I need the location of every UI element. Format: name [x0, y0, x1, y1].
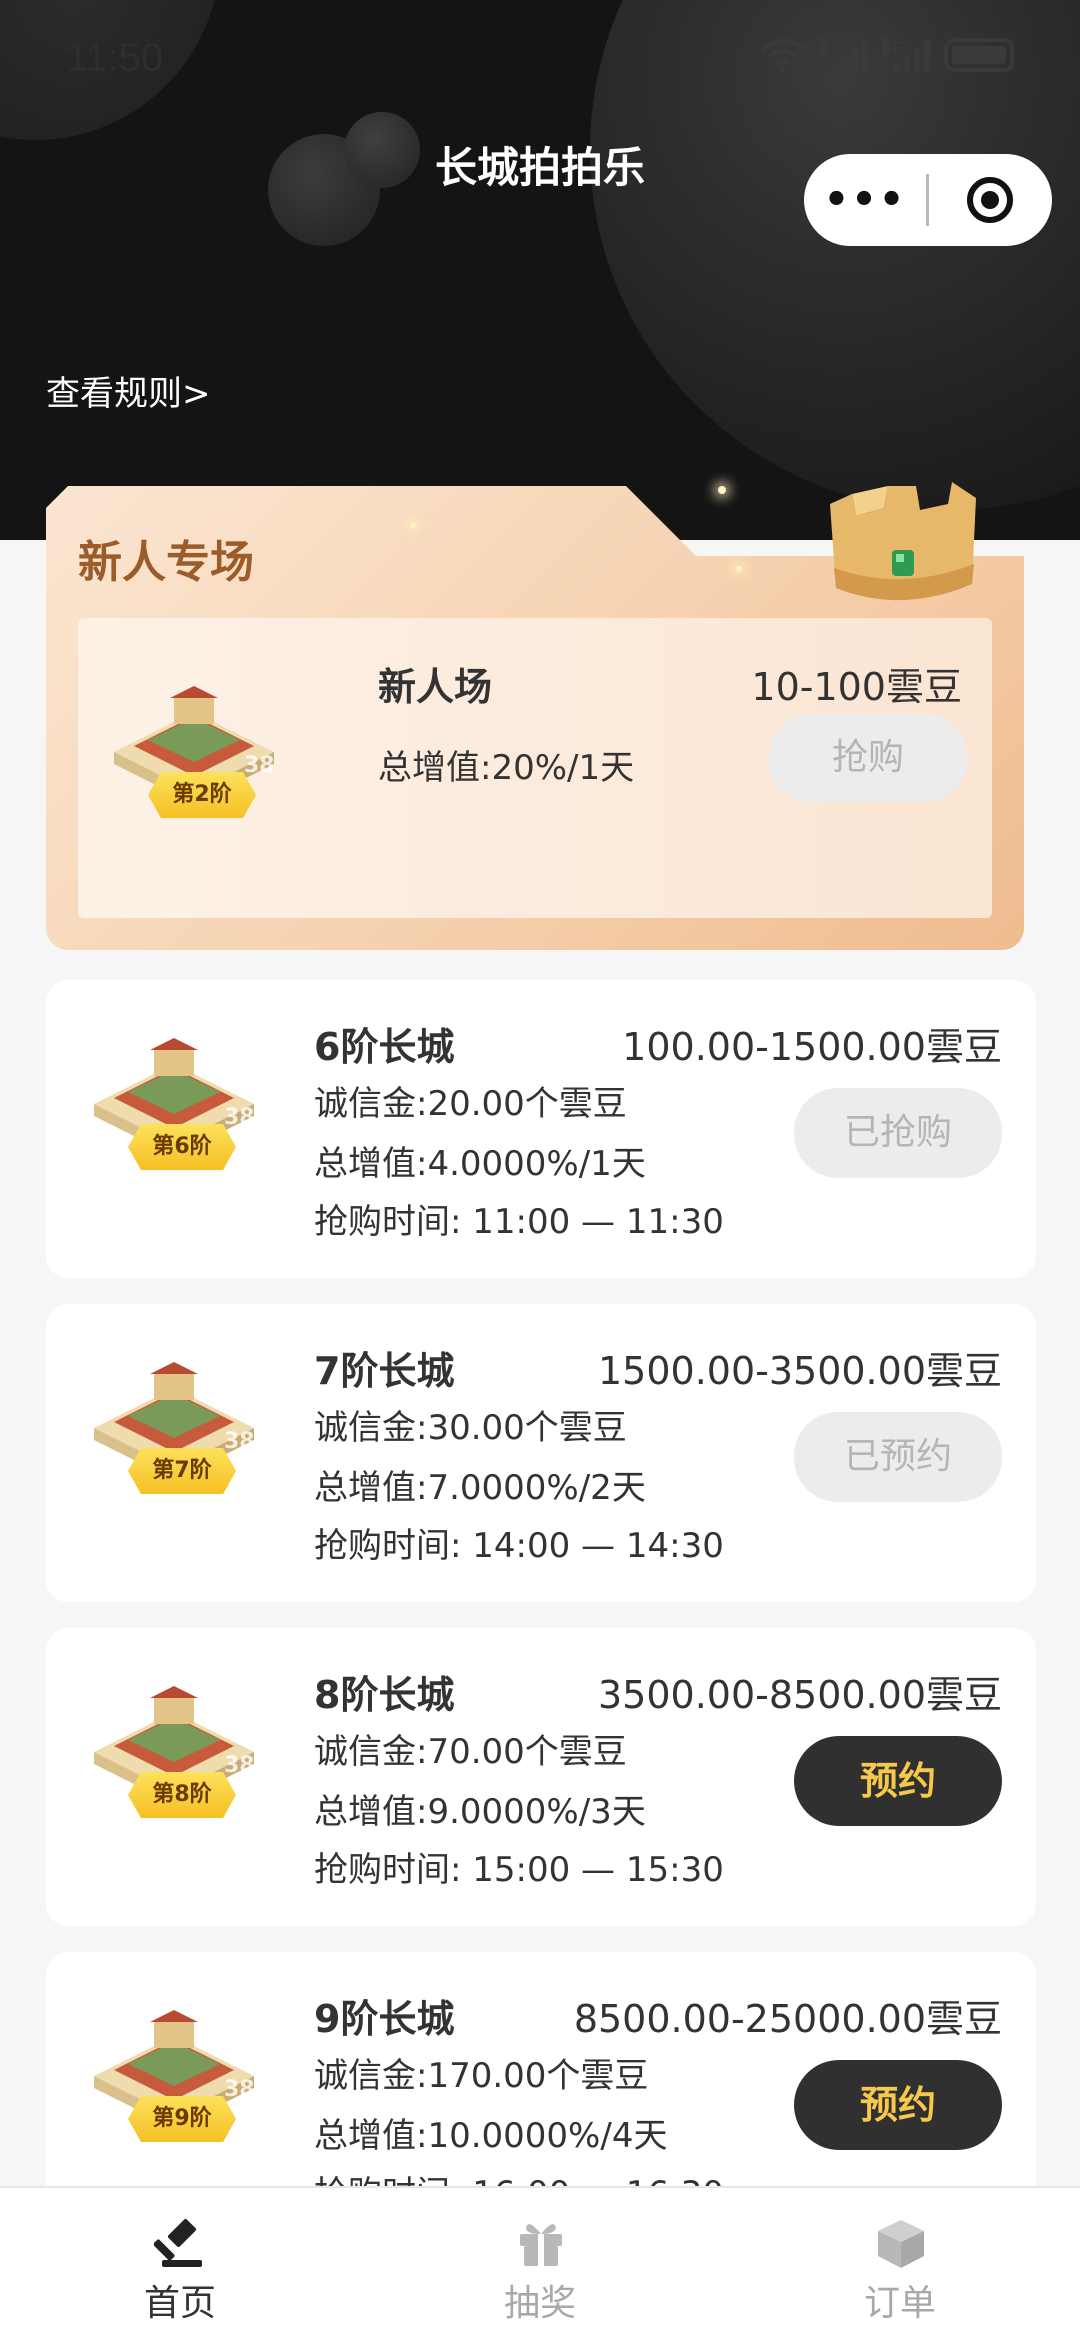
svg-text:38: 38 — [224, 2077, 255, 2102]
status-icons: 4G 4G — [760, 38, 1014, 72]
tab-label: 抽奖 — [503, 2283, 576, 2324]
great-wall-image: 38 第2阶 — [104, 668, 284, 818]
more-options-button[interactable]: ••• — [804, 154, 926, 246]
signal-icon: 4G — [820, 38, 868, 72]
product-price: 1500.00-3500.00雲豆 — [598, 1349, 1002, 1393]
product-deposit: 诚信金:170.00个雲豆 — [314, 2056, 649, 2096]
decor-circle — [590, 0, 1080, 510]
product-card: 38 第8阶 8阶长城 3500.00-8500.00雲豆 诚信金:70.00个… — [46, 1628, 1036, 1926]
box-icon — [878, 2220, 924, 2268]
great-wall-image: 38 第9阶 — [84, 1992, 264, 2142]
gift-icon — [520, 2224, 562, 2266]
product-deposit: 诚信金:70.00个雲豆 — [314, 1732, 627, 1772]
signal-icon: 4G — [882, 38, 930, 72]
battery-icon — [944, 38, 1014, 72]
sparkle-decor — [410, 522, 416, 528]
reserved-button[interactable]: 已预约 — [794, 1412, 1002, 1502]
newbie-section-title: 新人专场 — [78, 537, 254, 588]
level-badge: 第7阶 — [128, 1448, 236, 1494]
mini-program-capsule: ••• — [804, 154, 1052, 246]
bottom-tab-bar: 首页 抽奖 订单 — [0, 2186, 1080, 2340]
product-price: 3500.00-8500.00雲豆 — [598, 1673, 1002, 1717]
product-price: 8500.00-25000.00雲豆 — [573, 1997, 1002, 2041]
great-wall-image: 38 第7阶 — [84, 1344, 264, 1494]
sparkle-decor — [736, 566, 742, 572]
tab-home[interactable]: 首页 — [0, 2188, 360, 2340]
header: 11:50 4G 4G 长城拍拍乐 ••• 查看规则> — [0, 0, 1080, 540]
product-name: 8阶长城 — [314, 1673, 455, 1717]
buy-button[interactable]: 抢购 — [768, 714, 968, 802]
reserve-button[interactable]: 预约 — [794, 2060, 1002, 2150]
tab-label: 订单 — [863, 2283, 936, 2324]
svg-text:38: 38 — [224, 1753, 255, 1778]
product-time: 抢购时间: 15:00 — 15:30 — [314, 1850, 724, 1890]
product-price: 100.00-1500.00雲豆 — [622, 1025, 1002, 1069]
product-growth: 总增值:4.0000%/1天 — [314, 1144, 646, 1184]
product-growth: 总增值:10.0000%/4天 — [314, 2116, 668, 2156]
close-mini-program-button[interactable] — [929, 174, 1051, 226]
great-wall-image: 38 第8阶 — [84, 1668, 264, 1818]
product-growth: 总增值:20%/1天 — [378, 748, 635, 788]
product-growth: 总增值:9.0000%/3天 — [314, 1792, 646, 1832]
level-badge: 第9阶 — [128, 2096, 236, 2142]
newbie-product-card: 38 第2阶 新人场 10-100雲豆 总增值:20%/1天 抢购 — [78, 618, 992, 918]
product-deposit: 诚信金:20.00个雲豆 — [314, 1084, 627, 1124]
svg-text:38: 38 — [224, 1429, 255, 1454]
network-type-label: 4G — [820, 38, 843, 57]
product-deposit: 诚信金:30.00个雲豆 — [314, 1408, 627, 1448]
svg-text:38: 38 — [224, 1105, 255, 1130]
purchased-button[interactable]: 已抢购 — [794, 1088, 1002, 1178]
level-badge: 第2阶 — [148, 772, 256, 818]
product-time: 抢购时间: 14:00 — 14:30 — [314, 1526, 724, 1566]
svg-text:38: 38 — [244, 753, 275, 778]
status-time: 11:50 — [66, 36, 164, 80]
auction-hammer-icon — [154, 2218, 202, 2267]
crown-icon — [830, 482, 976, 601]
product-name: 7阶长城 — [314, 1349, 455, 1393]
product-price: 10-100雲豆 — [751, 665, 962, 709]
product-name: 新人场 — [378, 665, 493, 709]
tab-label: 首页 — [143, 2283, 216, 2324]
sparkle-decor — [718, 486, 726, 494]
product-time: 抢购时间: 11:00 — 11:30 — [314, 1202, 724, 1242]
rules-link[interactable]: 查看规则> — [46, 366, 211, 415]
wifi-icon — [760, 38, 806, 72]
tab-orders[interactable]: 订单 — [720, 2188, 1080, 2340]
product-growth: 总增值:7.0000%/2天 — [314, 1468, 646, 1508]
reserve-button[interactable]: 预约 — [794, 1736, 1002, 1826]
target-icon — [967, 177, 1013, 223]
great-wall-image: 38 第6阶 — [84, 1020, 264, 1170]
product-name: 9阶长城 — [314, 1997, 455, 2041]
product-name: 6阶长城 — [314, 1025, 455, 1069]
product-card: 38 第7阶 7阶长城 1500.00-3500.00雲豆 诚信金:30.00个… — [46, 1304, 1036, 1602]
level-badge: 第6阶 — [128, 1124, 236, 1170]
product-card: 38 第6阶 6阶长城 100.00-1500.00雲豆 诚信金:20.00个雲… — [46, 980, 1036, 1278]
level-badge: 第8阶 — [128, 1772, 236, 1818]
newbie-section: 新人专场 38 第2阶 新人场 10-100雲豆 总增值:20%/1天 抢购 — [46, 482, 1024, 950]
tab-lottery[interactable]: 抽奖 — [360, 2188, 720, 2340]
network-type-label: 4G — [882, 38, 905, 57]
